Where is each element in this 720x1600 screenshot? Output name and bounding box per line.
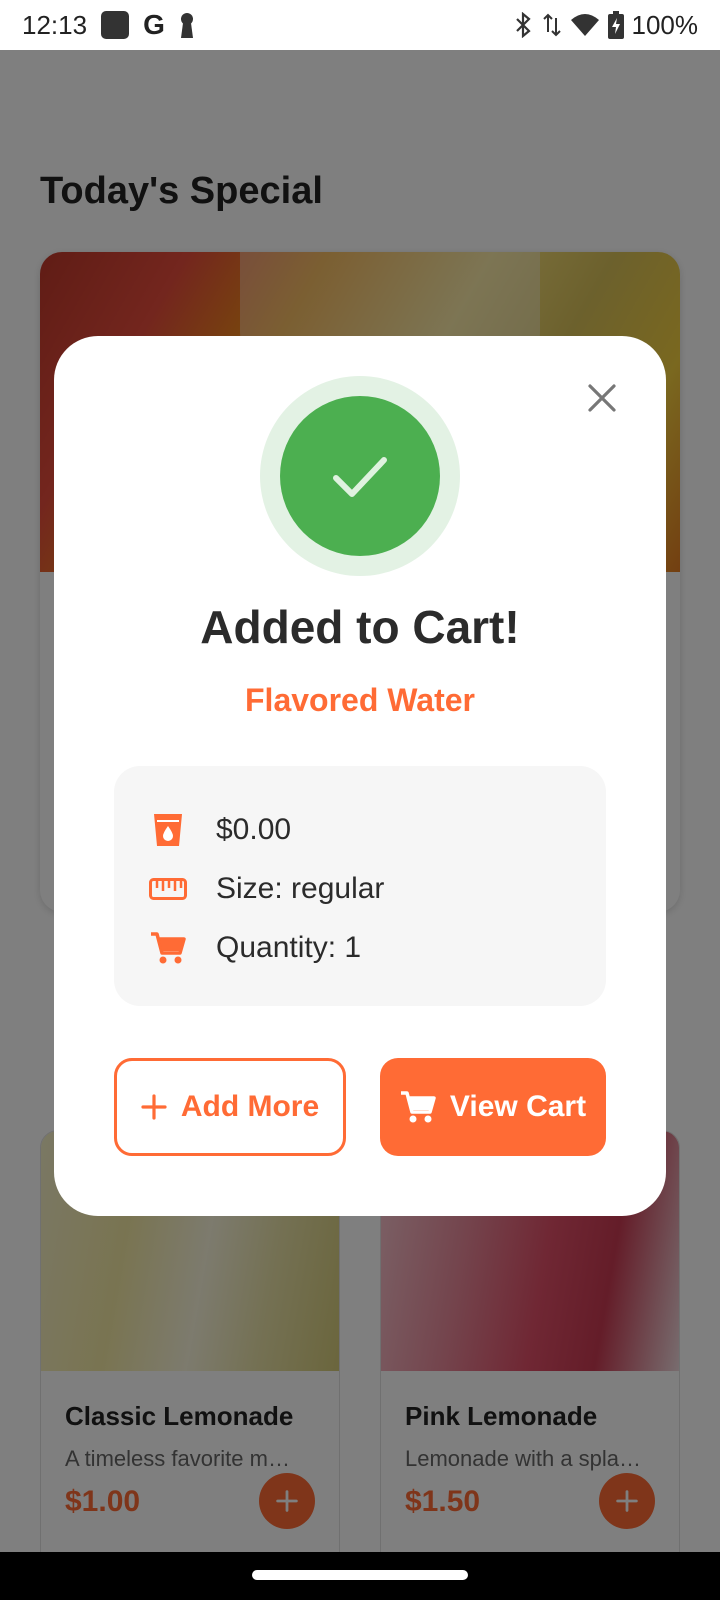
cart-icon <box>148 928 188 968</box>
item-size: Size: regular <box>216 871 385 905</box>
add-more-button[interactable]: Add More <box>114 1058 346 1156</box>
plus-icon <box>141 1094 167 1120</box>
ruler-icon <box>148 869 188 909</box>
check-icon <box>333 457 387 497</box>
keyhole-icon <box>180 13 193 38</box>
battery-icon <box>607 11 624 39</box>
item-price: $0.00 <box>216 812 292 846</box>
add-more-label: Add More <box>180 1090 320 1123</box>
view-cart-label: View Cart <box>449 1090 587 1123</box>
item-quantity: Quantity: 1 <box>216 930 362 964</box>
view-cart-button[interactable]: View Cart <box>380 1058 606 1156</box>
home-handle[interactable] <box>252 1570 468 1580</box>
success-circle <box>280 396 440 556</box>
order-details: $0.00 Size: regular Quantity: 1 <box>114 766 606 1006</box>
battery-percent: 100% <box>631 9 699 40</box>
added-to-cart-dialog: Added to Cart! Flavored Water $0.00 Size… <box>54 336 666 1216</box>
data-arrows-icon <box>542 13 561 37</box>
notification-icon <box>101 11 130 39</box>
status-bar: 12:13 G 100% <box>0 0 720 50</box>
success-badge <box>260 376 460 576</box>
size-row: Size: regular <box>148 859 572 918</box>
dialog-title: Added to Cart! <box>200 601 520 653</box>
wifi-icon <box>570 14 599 36</box>
price-row: $0.00 <box>148 800 572 859</box>
google-icon: G <box>143 9 165 40</box>
item-name: Flavored Water <box>245 682 475 718</box>
close-button[interactable] <box>582 378 622 418</box>
close-icon <box>588 384 616 412</box>
navigation-bar <box>0 1552 720 1600</box>
bluetooth-icon <box>515 12 531 38</box>
quantity-row: Quantity: 1 <box>148 918 572 977</box>
cart-icon <box>400 1091 436 1123</box>
cup-icon <box>148 810 188 850</box>
status-time: 12:13 <box>22 9 88 40</box>
